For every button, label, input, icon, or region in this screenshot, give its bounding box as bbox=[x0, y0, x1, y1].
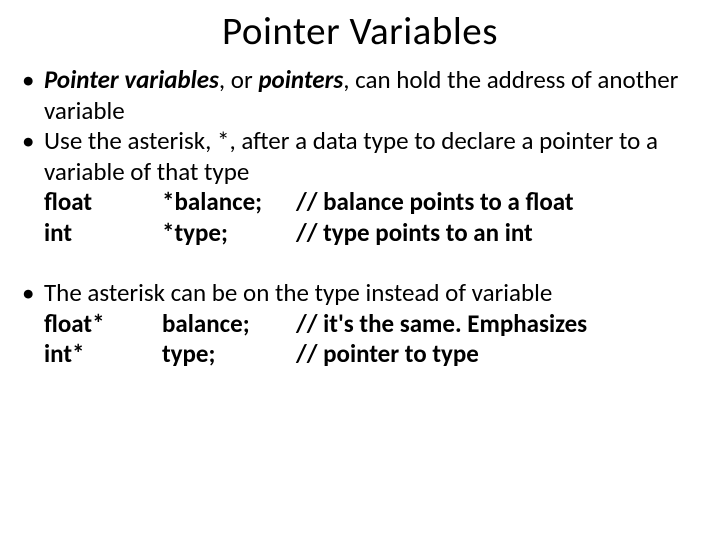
bullet-group-1: Pointer variables, or pointers, can hold… bbox=[18, 65, 702, 248]
code-row: float* balance; // it's the same. Emphas… bbox=[44, 309, 702, 340]
text-frag: , or bbox=[219, 64, 258, 95]
code-type: int bbox=[44, 218, 162, 249]
code-comment: // type points to an int bbox=[296, 218, 702, 249]
code-type: int* bbox=[44, 339, 162, 370]
code-comment: // it's the same. Emphasizes bbox=[296, 309, 702, 340]
bullet-group-2: The asterisk can be on the type instead … bbox=[18, 278, 702, 370]
bullet-2: Use the asterisk, *, after a data type t… bbox=[18, 126, 702, 187]
code-row: int* type; // pointer to type bbox=[44, 339, 702, 370]
slide-title: Pointer Variables bbox=[18, 8, 702, 55]
code-example-2: float* balance; // it's the same. Emphas… bbox=[18, 309, 702, 370]
code-var: *type; bbox=[162, 218, 296, 249]
code-type: float bbox=[44, 187, 162, 218]
code-var: balance; bbox=[162, 309, 296, 340]
code-var: *balance; bbox=[162, 187, 296, 218]
term-pointers: pointers bbox=[258, 64, 343, 95]
code-row: int *type; // type points to an int bbox=[44, 218, 702, 249]
term-pointer-variables: Pointer variables bbox=[44, 64, 219, 95]
slide-body: Pointer variables, or pointers, can hold… bbox=[18, 65, 702, 370]
code-row: float *balance; // balance points to a f… bbox=[44, 187, 702, 218]
bullet-1: Pointer variables, or pointers, can hold… bbox=[18, 65, 702, 126]
code-example-1: float *balance; // balance points to a f… bbox=[18, 187, 702, 248]
code-comment: // pointer to type bbox=[296, 339, 702, 370]
code-comment: // balance points to a float bbox=[296, 187, 702, 218]
code-type: float* bbox=[44, 309, 162, 340]
code-var: type; bbox=[162, 339, 296, 370]
bullet-3: The asterisk can be on the type instead … bbox=[18, 278, 702, 309]
